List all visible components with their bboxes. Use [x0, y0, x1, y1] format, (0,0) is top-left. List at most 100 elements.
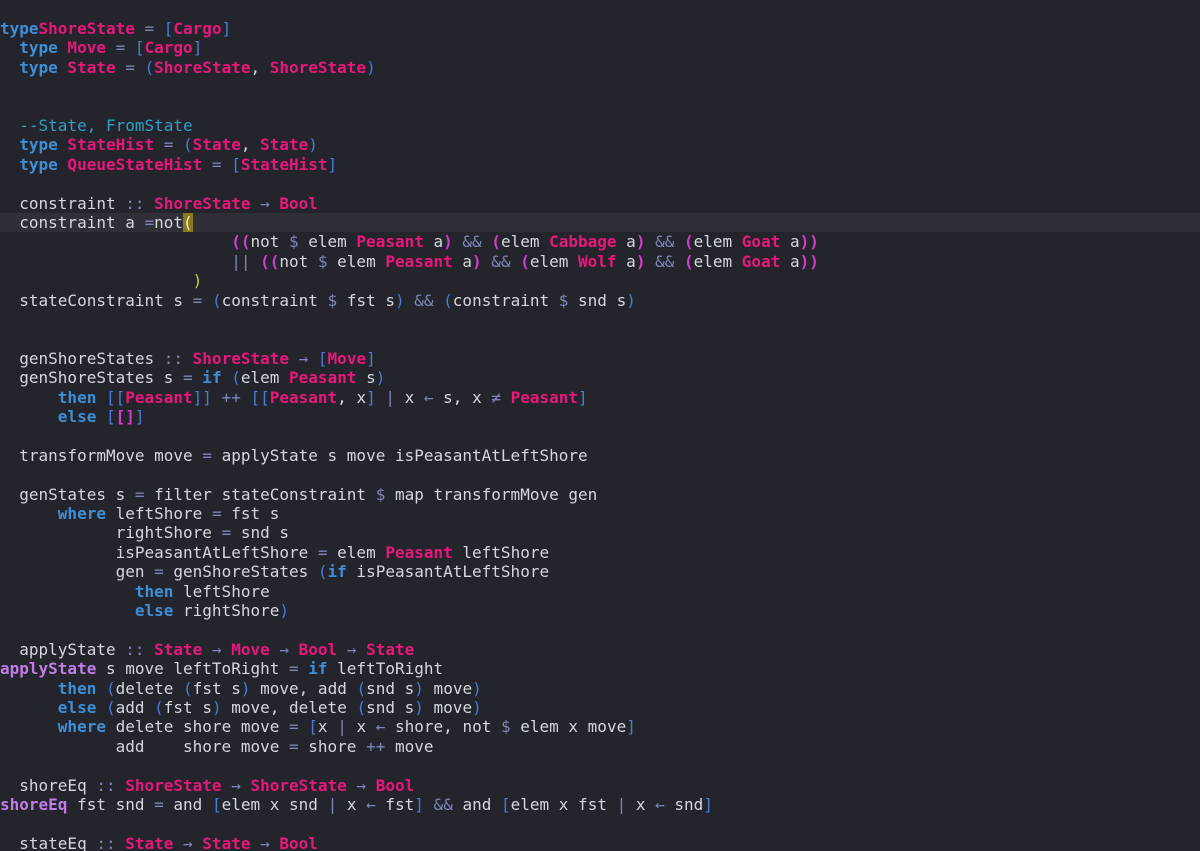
- operator-token: =: [105, 38, 135, 58]
- function-name-token: shoreEq: [0, 795, 68, 814]
- operator-token: →: [346, 775, 376, 795]
- code-line[interactable]: [0, 77, 1200, 96]
- code-line[interactable]: then [[Peasant]] ++ [[Peasant, x] | x ← …: [0, 388, 1200, 407]
- code-line[interactable]: ): [0, 271, 1200, 290]
- code-line[interactable]: type Move = [Cargo]: [0, 38, 1200, 57]
- keyword-token: type: [19, 38, 58, 58]
- keyword-token: type: [19, 135, 58, 155]
- code-token: move: [423, 698, 473, 717]
- bracket-token: (: [183, 135, 193, 155]
- code-line[interactable]: then (delete (fst s) move, add (snd s) m…: [0, 679, 1200, 698]
- type-token: Bool: [279, 833, 318, 851]
- code-token: leftToRight: [327, 659, 444, 679]
- code-line[interactable]: rightShore = snd s: [0, 523, 1200, 542]
- bracket-token: ): [472, 698, 482, 717]
- code-token: shoreEq: [0, 775, 97, 795]
- code-token: snd s: [366, 678, 415, 698]
- code-line[interactable]: else rightShore): [0, 601, 1200, 620]
- code-editor[interactable]: typeShoreState = [Cargo] type Move = [Ca…: [0, 0, 1200, 851]
- code-line[interactable]: else [[]]: [0, 407, 1200, 426]
- code-line[interactable]: constraint a =not(: [0, 213, 1200, 232]
- operator-token: →: [337, 639, 367, 659]
- code-line[interactable]: [0, 756, 1200, 775]
- code-line[interactable]: ((not $ elem Peasant a) && (elem Cabbage…: [0, 232, 1200, 251]
- code-token: move, delete: [221, 698, 357, 717]
- keyword-token: else: [134, 601, 174, 620]
- operator-token: →: [173, 833, 203, 851]
- code-line[interactable]: [0, 620, 1200, 639]
- code-token: elem: [500, 232, 550, 252]
- code-line[interactable]: where delete shore move = [x | x ← shore…: [0, 717, 1200, 736]
- code-line[interactable]: constraint :: ShoreState → Bool: [0, 194, 1200, 213]
- code-token: a: [452, 251, 473, 271]
- code-token: ,: [240, 135, 261, 155]
- code-line[interactable]: [0, 97, 1200, 116]
- code-line[interactable]: where leftShore = fst s: [0, 504, 1200, 523]
- code-line[interactable]: || ((not $ elem Peasant a) && (elem Wolf…: [0, 252, 1200, 271]
- operator-token: =: [154, 795, 164, 814]
- code-line[interactable]: [0, 174, 1200, 193]
- code-line[interactable]: gen = genShoreStates (if isPeasantAtLeft…: [0, 562, 1200, 581]
- code-token: elem: [240, 368, 290, 388]
- operator-token: ←: [366, 795, 376, 814]
- code-line[interactable]: else (add (fst s) move, delete (snd s) m…: [0, 698, 1200, 717]
- code-line[interactable]: [0, 426, 1200, 445]
- code-line[interactable]: typeShoreState = [Cargo]: [0, 19, 1200, 38]
- code-line[interactable]: then leftShore: [0, 582, 1200, 601]
- operator-token: =: [288, 736, 299, 756]
- code-line[interactable]: transformMove move = applyState s move i…: [0, 446, 1200, 465]
- code-line[interactable]: shoreEq :: ShoreState → ShoreState → Boo…: [0, 776, 1200, 795]
- code-line[interactable]: stateEq :: State → State → Bool: [0, 834, 1200, 851]
- keyword-token: if: [192, 368, 222, 388]
- code-line[interactable]: applyState :: State → Move → Bool → Stat…: [0, 640, 1200, 659]
- bracket-token: ): [443, 232, 453, 252]
- code-token: filter stateConstraint: [144, 484, 376, 504]
- code-line[interactable]: [0, 465, 1200, 484]
- code-line[interactable]: type StateHist = (State, State): [0, 135, 1200, 154]
- code-token: snd s: [366, 698, 415, 717]
- code-line[interactable]: stateConstraint s = (constraint $ fst s)…: [0, 291, 1200, 310]
- code-line[interactable]: genShoreStates s = if (elem Peasant s): [0, 368, 1200, 387]
- type-token: Bool: [279, 193, 318, 213]
- code-token: constraint a: [0, 213, 145, 232]
- code-line[interactable]: shoreEq fst snd = and [elem x snd | x ← …: [0, 795, 1200, 814]
- bracket-token: (: [520, 251, 530, 271]
- type-token: QueueStateHist: [57, 154, 203, 174]
- bracket-token: (: [211, 290, 222, 310]
- code-token: s move leftToRight: [96, 659, 289, 679]
- code-line[interactable]: genShoreStates :: ShoreState → [Move]: [0, 349, 1200, 368]
- type-token: State: [202, 833, 251, 851]
- bracket-token: (: [154, 698, 164, 717]
- code-line[interactable]: --State, FromState: [0, 116, 1200, 135]
- code-line[interactable]: type QueueStateHist = [StateHist]: [0, 155, 1200, 174]
- bracket-token: (: [317, 562, 328, 582]
- code-line[interactable]: add shore move = shore ++ move: [0, 737, 1200, 756]
- operator-token: ++: [366, 736, 386, 756]
- operator-token: |: [337, 717, 347, 737]
- operator-token: &&: [645, 232, 684, 252]
- code-token: genShoreStates: [163, 562, 318, 582]
- code-token: transformMove move: [0, 445, 203, 465]
- code-token: fst s: [337, 290, 395, 310]
- code-line[interactable]: [0, 329, 1200, 348]
- code-line[interactable]: genStates s = filter stateConstraint $ m…: [0, 485, 1200, 504]
- bracket-token: ]: [626, 717, 636, 737]
- code-line[interactable]: type State = (ShoreState, ShoreState): [0, 58, 1200, 77]
- code-line[interactable]: applyState s move leftToRight = if leftT…: [0, 659, 1200, 678]
- code-token: isPeasantAtLeftShore: [0, 542, 318, 562]
- operator-token: →: [269, 639, 299, 659]
- type-token: Peasant: [289, 368, 357, 388]
- bracket-token: ): [414, 698, 424, 717]
- code-line[interactable]: [0, 310, 1200, 329]
- code-line[interactable]: [0, 814, 1200, 833]
- code-token: elem x move: [510, 717, 627, 737]
- code-line[interactable]: isPeasantAtLeftShore = elem Peasant left…: [0, 543, 1200, 562]
- operator-token: =: [144, 213, 155, 232]
